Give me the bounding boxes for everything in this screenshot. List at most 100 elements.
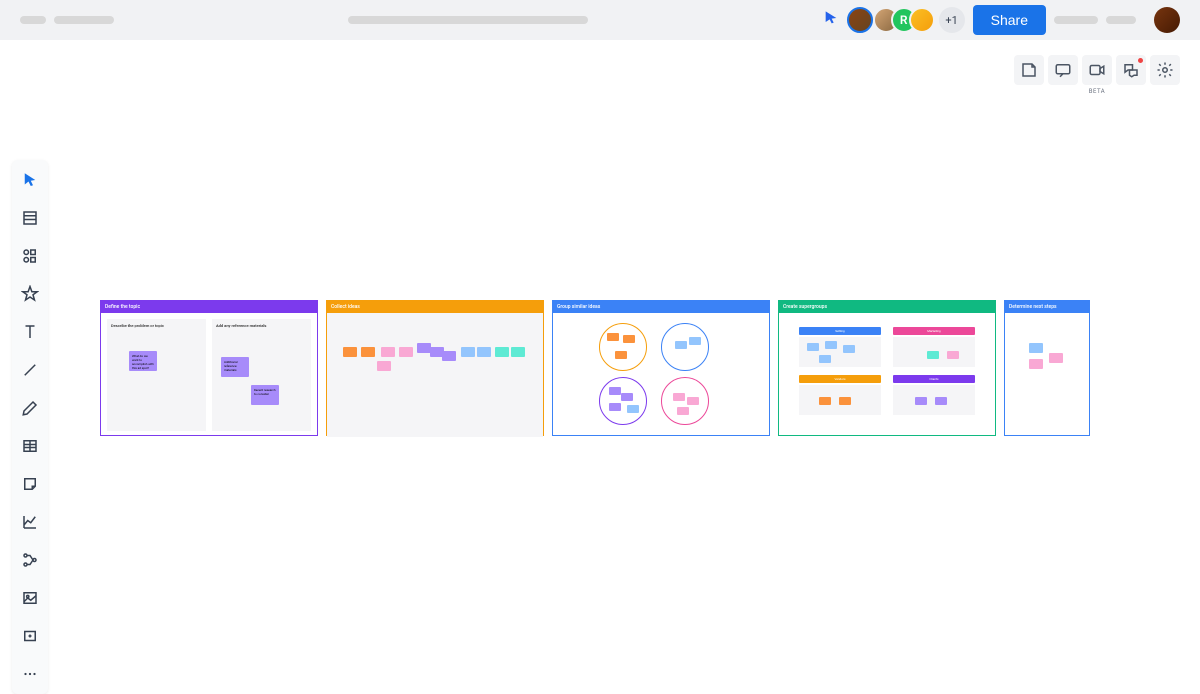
sticky-note[interactable] (399, 347, 413, 357)
image-tool[interactable] (18, 586, 42, 610)
star-tool[interactable] (18, 282, 42, 306)
select-tool[interactable] (18, 168, 42, 192)
more-collaborators[interactable]: +1 (939, 7, 965, 33)
category-vendors[interactable]: Vendors (799, 375, 881, 383)
sticky-note[interactable] (819, 355, 831, 363)
chat-icon[interactable] (1116, 55, 1146, 85)
sticky-note[interactable]: Additional reference materials (221, 357, 249, 377)
presenter-avatar[interactable] (847, 7, 873, 33)
app-header: R +1 Share (0, 0, 1200, 40)
group-circle[interactable] (599, 377, 647, 425)
group-circle[interactable] (599, 323, 647, 371)
sticky-note[interactable] (825, 341, 837, 349)
col-title: Describe the problem or topic (111, 323, 202, 328)
sticky-note[interactable] (843, 345, 855, 353)
title-placeholder (54, 16, 114, 24)
sticky-note[interactable] (461, 347, 475, 357)
sticky-tool[interactable] (18, 472, 42, 496)
pen-tool[interactable] (18, 396, 42, 420)
sticky-note[interactable] (377, 361, 391, 371)
sticky-note[interactable] (623, 335, 635, 343)
frame-header: Determine next steps (1005, 301, 1089, 313)
category-setting[interactable]: Setting (799, 327, 881, 335)
sticky-note[interactable] (621, 393, 633, 401)
user-avatar[interactable] (1154, 7, 1180, 33)
sticky-note[interactable] (675, 341, 687, 349)
sticky-note[interactable] (361, 347, 375, 357)
line-tool[interactable] (18, 358, 42, 382)
left-toolbar (12, 160, 48, 694)
canvas[interactable]: Define the topic Describe the problem or… (100, 300, 1090, 436)
sticky-note[interactable] (615, 351, 627, 359)
sticky-note[interactable] (609, 403, 621, 411)
header-right: R +1 Share (823, 5, 1180, 35)
notification-dot (1138, 58, 1143, 63)
sticky-note[interactable] (477, 347, 491, 357)
sticky-note[interactable] (927, 351, 939, 359)
frame-collect-ideas[interactable]: Collect ideas (326, 300, 544, 436)
sticky-note[interactable] (947, 351, 959, 359)
frame-group-ideas[interactable]: Group similar ideas (552, 300, 770, 436)
sticky-note[interactable] (689, 337, 701, 345)
sticky-note[interactable] (627, 405, 639, 413)
group-circle[interactable] (661, 377, 709, 425)
note-icon[interactable] (1014, 55, 1044, 85)
sticky-note[interactable] (819, 397, 831, 405)
sticky-note[interactable] (609, 387, 621, 395)
frame-header: Group similar ideas (553, 301, 769, 313)
menu-placeholder-1 (1054, 16, 1098, 24)
frame-header: Define the topic (101, 301, 317, 313)
category-clients[interactable]: Clients (893, 375, 975, 383)
frame-next-steps[interactable]: Determine next steps (1004, 300, 1090, 436)
col-title: Add any reference materials (216, 323, 307, 328)
sticky-note[interactable] (935, 397, 947, 405)
text-tool[interactable] (18, 320, 42, 344)
sticky-note[interactable] (1049, 353, 1063, 363)
sticky-note[interactable] (417, 343, 431, 353)
cursor-icon[interactable] (823, 10, 839, 30)
frame-header: Create supergroups (779, 301, 995, 313)
beta-badge: BETA (1089, 88, 1105, 95)
sticky-note[interactable] (495, 347, 509, 357)
sticky-note[interactable] (687, 397, 699, 405)
category-marketing[interactable]: Marketing (893, 327, 975, 335)
frame-tool[interactable] (18, 624, 42, 648)
collaborator-avatars[interactable]: R (881, 7, 935, 33)
sticky-note[interactable] (442, 351, 456, 361)
menu-placeholder-2 (1106, 16, 1136, 24)
comment-icon[interactable] (1048, 55, 1078, 85)
frame-header: Collect ideas (327, 301, 543, 313)
sticky-note[interactable] (673, 393, 685, 401)
frame-supergroups[interactable]: Create supergroups Setting Marketing Ven… (778, 300, 996, 436)
sticky-note[interactable] (807, 343, 819, 351)
breadcrumb-placeholder (348, 16, 588, 24)
header-center (126, 16, 811, 24)
col-describe: Describe the problem or topic (107, 319, 206, 431)
sticky-note[interactable] (677, 407, 689, 415)
more-tools[interactable] (18, 662, 42, 686)
sticky-note[interactable] (343, 347, 357, 357)
sticky-note[interactable] (381, 347, 395, 357)
sticky-note[interactable] (915, 397, 927, 405)
chart-tool[interactable] (18, 510, 42, 534)
category-body (893, 385, 975, 415)
sticky-note[interactable] (511, 347, 525, 357)
category-body (799, 337, 881, 367)
table-tool[interactable] (18, 434, 42, 458)
top-right-toolbar: BETA (1014, 55, 1180, 85)
template-tool[interactable] (18, 206, 42, 230)
sticky-note[interactable] (839, 397, 851, 405)
settings-icon[interactable] (1150, 55, 1180, 85)
sticky-note[interactable]: What do we want to accomplish with this … (129, 351, 157, 371)
connector-tool[interactable] (18, 548, 42, 572)
sticky-note[interactable]: Recent research to consider (251, 385, 279, 405)
sticky-note[interactable] (607, 333, 619, 341)
frame-define-topic[interactable]: Define the topic Describe the problem or… (100, 300, 318, 436)
sticky-note[interactable] (1029, 359, 1043, 369)
shapes-tool[interactable] (18, 244, 42, 268)
sticky-note[interactable] (1029, 343, 1043, 353)
logo-placeholder (20, 16, 46, 24)
collaborator-avatar-3[interactable] (909, 7, 935, 33)
share-button[interactable]: Share (973, 5, 1046, 35)
video-icon[interactable]: BETA (1082, 55, 1112, 85)
